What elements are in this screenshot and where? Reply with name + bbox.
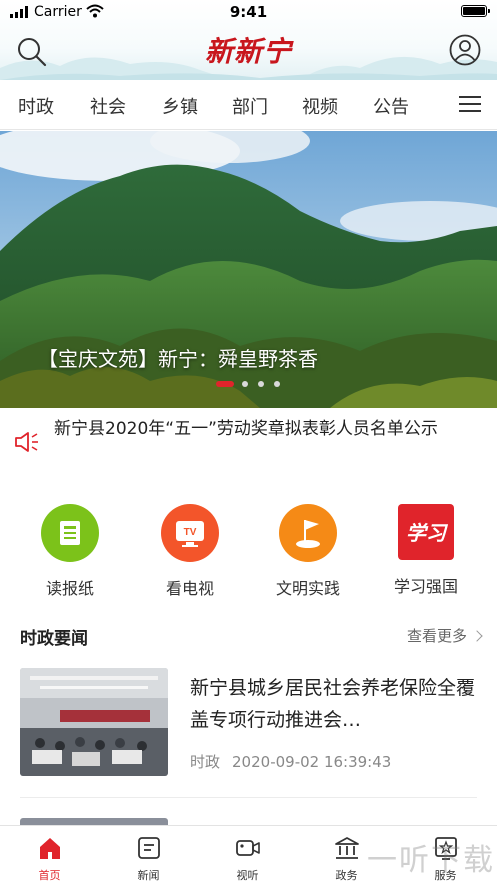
carousel-dot[interactable] <box>216 381 234 387</box>
tabbar-label: 服务 <box>434 869 457 882</box>
banner-carousel[interactable]: 【宝庆文苑】新宁：舜皇野茶香 <box>0 131 497 408</box>
quick-link-label: 看电视 <box>165 579 214 598</box>
section-title: 时政要闻 <box>20 629 88 649</box>
quick-link-newspaper[interactable]: 读报纸 <box>20 495 120 599</box>
tabbar-label: 新闻 <box>137 869 160 882</box>
battery-icon <box>461 5 490 17</box>
tab-announcements[interactable]: 公告 <box>373 93 409 119</box>
home-icon <box>39 838 60 859</box>
carousel-dot[interactable] <box>274 381 280 387</box>
carousel-dot[interactable] <box>258 381 264 387</box>
quick-link-label: 文明实践 <box>275 579 340 598</box>
notice-bar[interactable]: 新宁县2020年“五一”劳动奖章拟表彰人员名单公示 <box>0 408 497 473</box>
bottom-tab-bar: 首页 新闻 视听 政务 服务 <box>0 825 497 883</box>
tab-towns[interactable]: 乡镇 <box>162 93 198 119</box>
xuexi-icon: 学习 <box>398 504 454 560</box>
news-list-item[interactable]: 新宁县城乡居民社会养老保险全覆盖专项行动推进会… 时政 2020-09-02 16… <box>0 660 497 796</box>
government-icon <box>334 837 359 859</box>
tabbar-home[interactable]: 首页 <box>0 826 99 883</box>
menu-icon[interactable] <box>459 96 481 114</box>
tab-departments[interactable]: 部门 <box>232 93 268 119</box>
quick-link-label: 读报纸 <box>45 579 94 598</box>
status-bar: Carrier 9:41 <box>0 0 497 24</box>
tabbar-service[interactable]: 服务 <box>396 826 495 883</box>
tabbar-video[interactable]: 视听 <box>198 826 297 883</box>
quick-link-xuexi[interactable]: 学习 学习强国 <box>376 495 476 597</box>
news-thumbnail <box>20 668 168 776</box>
tab-video[interactable]: 视频 <box>302 93 338 119</box>
video-icon <box>235 840 260 856</box>
speaker-icon <box>15 432 38 452</box>
tab-politics[interactable]: 时政 <box>18 93 54 119</box>
tabbar-news[interactable]: 新闻 <box>99 826 198 883</box>
tabbar-label: 视听 <box>236 869 259 882</box>
newspaper-icon <box>41 504 99 562</box>
tabbar-label: 政务 <box>335 869 358 882</box>
banner-caption: 【宝庆文苑】新宁：舜皇野茶香 <box>38 347 318 371</box>
app-header: Carrier 9:41 新新宁 <box>0 0 497 80</box>
clock: 9:41 <box>229 3 268 21</box>
view-more-label: 查看更多 <box>406 627 467 645</box>
news-icon <box>137 837 160 859</box>
svg-text:TV: TV <box>184 527 197 538</box>
notice-text: 新宁县2020年“五一”劳动奖章拟表彰人员名单公示 <box>54 419 438 439</box>
news-datetime: 2020-09-02 16:39:43 <box>232 753 392 771</box>
tabbar-label: 首页 <box>38 869 61 882</box>
quick-links: 读报纸 TV 看电视 文明实践 学习 学习强国 <box>0 495 497 605</box>
quick-link-tv[interactable]: TV 看电视 <box>140 495 240 599</box>
chevron-right-icon <box>471 630 483 642</box>
carousel-dot[interactable] <box>242 381 248 387</box>
app-screen: Carrier 9:41 新新宁 时政 社会 乡镇 部门 视频 公告 【宝庆文苑… <box>0 0 497 883</box>
tabbar-government[interactable]: 政务 <box>297 826 396 883</box>
news-title: 新宁县城乡居民社会养老保险全覆盖专项行动推进会… <box>190 677 476 731</box>
tab-society[interactable]: 社会 <box>90 93 126 119</box>
quick-link-label: 学习强国 <box>393 577 458 596</box>
channel-tabs: 时政 社会 乡镇 部门 视频 公告 <box>0 80 497 130</box>
quick-link-civilization[interactable]: 文明实践 <box>258 495 358 599</box>
view-more-link[interactable]: 查看更多 <box>406 625 483 646</box>
flag-icon <box>279 504 337 562</box>
user-icon[interactable] <box>449 34 481 66</box>
list-divider <box>20 797 477 798</box>
tv-icon: TV <box>161 504 219 562</box>
news-category: 时政 <box>190 753 221 771</box>
svg-text:学习: 学习 <box>406 521 449 545</box>
service-icon <box>434 837 457 860</box>
news-meta: 时政 2020-09-02 16:39:43 <box>190 751 391 772</box>
app-logo: 新新宁 <box>204 35 292 68</box>
